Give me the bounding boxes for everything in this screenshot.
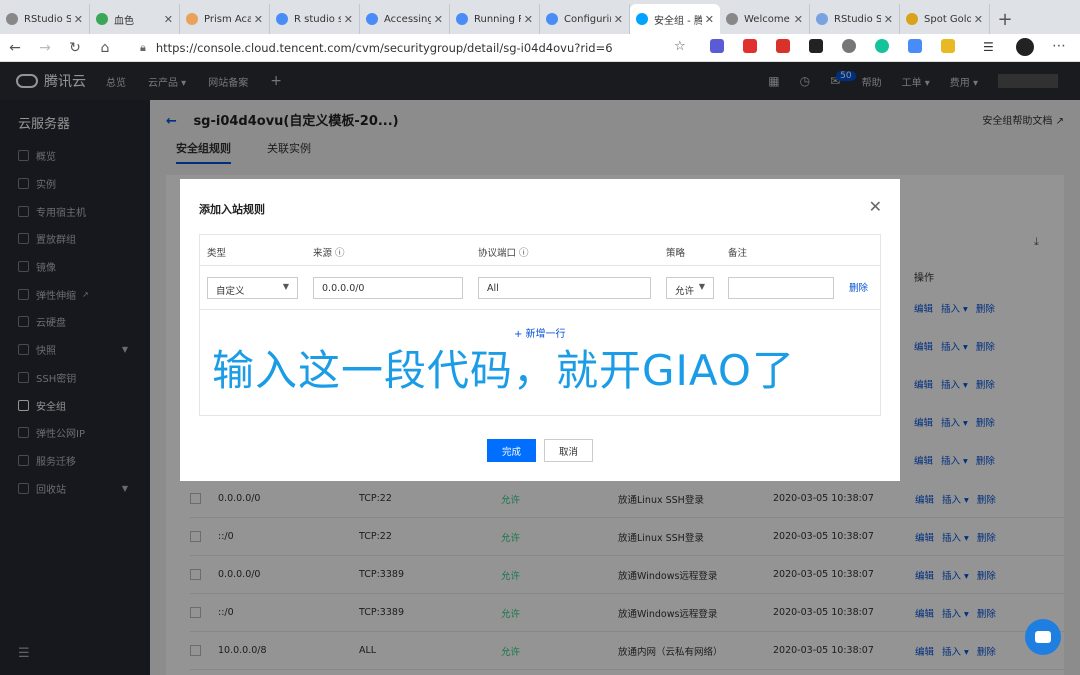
browser-tab[interactable]: RStudio Sh✕ bbox=[810, 4, 900, 34]
port-input-value: All bbox=[487, 283, 499, 294]
favicon-icon bbox=[636, 13, 648, 25]
browser-tab[interactable]: Running R ✕ bbox=[450, 4, 540, 34]
dialog-title: 添加入站规则 bbox=[199, 203, 265, 216]
browser-tab-title: RStudio Sh bbox=[834, 13, 881, 25]
browser-tab[interactable]: Welcome ✕ bbox=[720, 4, 810, 34]
browser-tab[interactable]: Configurin ✕ bbox=[540, 4, 630, 34]
browser-tab[interactable]: Accessing ✕ bbox=[360, 4, 450, 34]
header-note: 备注 bbox=[728, 248, 748, 259]
favicon-icon bbox=[186, 13, 198, 25]
extension-icon[interactable] bbox=[908, 39, 922, 53]
close-icon[interactable]: ✕ bbox=[869, 197, 882, 216]
browser-menu-icon[interactable]: ⋯ bbox=[1052, 38, 1066, 54]
close-tab-icon[interactable]: ✕ bbox=[884, 13, 893, 26]
rule-form-header: 类型 来源 ⓘ 协议端口 ⓘ 策略 备注 bbox=[200, 235, 880, 266]
home-icon[interactable]: ⌂ bbox=[90, 40, 120, 56]
rule-form-row: 自定义 ▼ 0.0.0.0/0 All 允许 ▼ 删除 bbox=[200, 266, 880, 310]
header-source: 来源 ⓘ bbox=[313, 248, 345, 259]
add-inbound-rule-dialog: 添加入站规则 ✕ 类型 来源 ⓘ 协议端口 ⓘ 策略 备注 自定义 ▼ 0.0.… bbox=[180, 179, 900, 481]
caret-down-icon: ▼ bbox=[698, 282, 705, 291]
overlay-caption: 输入这一段代码，就开GIAO了 bbox=[212, 346, 795, 395]
browser-tab[interactable]: 安全组 - 腾 ✕ bbox=[630, 4, 720, 34]
profile-avatar-icon[interactable] bbox=[1016, 38, 1034, 56]
url-text: https://console.cloud.tencent.com/cvm/se… bbox=[155, 41, 613, 55]
type-select[interactable]: 自定义 ▼ bbox=[207, 277, 298, 299]
browser-tab-title: 血色 bbox=[114, 15, 134, 27]
close-tab-icon[interactable]: ✕ bbox=[434, 13, 443, 26]
browser-tab-bar: RStudio Se✕血色✕Prism Aca✕R studio s✕Acces… bbox=[0, 0, 1080, 34]
favicon-icon bbox=[456, 13, 468, 25]
reload-icon[interactable]: ↻ bbox=[60, 40, 90, 56]
browser-tab-title: RStudio Se bbox=[24, 13, 71, 25]
caret-down-icon: ▼ bbox=[282, 282, 289, 291]
favicon-icon bbox=[906, 13, 918, 25]
browser-tab-title: Welcome bbox=[744, 13, 790, 25]
extension-icon[interactable] bbox=[710, 39, 724, 53]
browser-tab[interactable]: Prism Aca ✕ bbox=[180, 4, 270, 34]
favicon-icon bbox=[366, 13, 378, 25]
cancel-button[interactable]: 取消 bbox=[544, 439, 593, 462]
close-tab-icon[interactable]: ✕ bbox=[164, 13, 173, 26]
bookmark-star-icon[interactable]: ☆ bbox=[674, 39, 686, 54]
browser-tab[interactable]: R studio s ✕ bbox=[270, 4, 360, 34]
close-tab-icon[interactable]: ✕ bbox=[74, 13, 83, 26]
favicon-icon bbox=[816, 13, 828, 25]
browser-tab[interactable]: 血色 ✕ bbox=[90, 4, 180, 34]
chat-support-button[interactable] bbox=[1025, 619, 1061, 655]
browser-tab-title: R studio s bbox=[294, 13, 341, 25]
close-tab-icon[interactable]: ✕ bbox=[794, 13, 803, 26]
extension-icon[interactable] bbox=[941, 39, 955, 53]
browser-tab-title: Configurin bbox=[564, 13, 611, 25]
lock-icon: 🔒︎ bbox=[140, 41, 146, 54]
chat-icon bbox=[1035, 631, 1051, 643]
policy-select-value: 允许 bbox=[675, 286, 695, 297]
close-tab-icon[interactable]: ✕ bbox=[705, 13, 714, 26]
favicon-icon bbox=[726, 13, 738, 25]
close-tab-icon[interactable]: ✕ bbox=[614, 13, 623, 26]
extension-icon[interactable] bbox=[875, 39, 889, 53]
browser-tab-title: Prism Aca bbox=[204, 13, 251, 25]
extension-icon[interactable] bbox=[776, 39, 790, 53]
confirm-button[interactable]: 完成 bbox=[487, 439, 536, 462]
forward-arrow-icon[interactable]: → bbox=[30, 40, 60, 56]
close-tab-icon[interactable]: ✕ bbox=[254, 13, 263, 26]
favicon-icon bbox=[96, 13, 108, 25]
extension-icon[interactable] bbox=[809, 39, 823, 53]
browser-tab-title: Accessing bbox=[384, 13, 431, 25]
close-tab-icon[interactable]: ✕ bbox=[974, 13, 983, 26]
header-type: 类型 bbox=[207, 248, 227, 259]
delete-row-link[interactable]: 删除 bbox=[849, 280, 868, 294]
type-select-value: 自定义 bbox=[216, 286, 245, 297]
source-input-value: 0.0.0.0/0 bbox=[322, 283, 365, 294]
close-tab-icon[interactable]: ✕ bbox=[524, 13, 533, 26]
new-tab-icon[interactable]: + bbox=[990, 4, 1020, 34]
policy-select[interactable]: 允许 ▼ bbox=[666, 277, 714, 299]
header-port: 协议端口 ⓘ bbox=[478, 248, 529, 259]
browser-tab-title: Running R bbox=[474, 13, 521, 25]
favicon-icon bbox=[546, 13, 558, 25]
extension-icon[interactable] bbox=[842, 39, 856, 53]
close-tab-icon[interactable]: ✕ bbox=[344, 13, 353, 26]
browser-tab-title: Spot Gold bbox=[924, 13, 971, 25]
browser-tab-title: 安全组 - 腾 bbox=[654, 15, 702, 27]
address-bar: ← → ↻ ⌂ 🔒︎ https://console.cloud.tencent… bbox=[0, 34, 1080, 62]
extension-icon[interactable] bbox=[743, 39, 757, 53]
port-input[interactable]: All bbox=[478, 277, 651, 299]
browser-tab[interactable]: Spot Gold ✕ bbox=[900, 4, 990, 34]
url-field[interactable]: 🔒︎ https://console.cloud.tencent.com/cvm… bbox=[140, 37, 700, 59]
header-policy: 策略 bbox=[666, 248, 686, 259]
back-arrow-icon[interactable]: ← bbox=[0, 40, 30, 56]
source-input[interactable]: 0.0.0.0/0 bbox=[313, 277, 463, 299]
reading-list-icon[interactable]: ☰ bbox=[983, 40, 994, 54]
browser-tab[interactable]: RStudio Se✕ bbox=[0, 4, 90, 34]
note-input[interactable] bbox=[728, 277, 834, 299]
favicon-icon bbox=[276, 13, 288, 25]
favicon-icon bbox=[6, 13, 18, 25]
